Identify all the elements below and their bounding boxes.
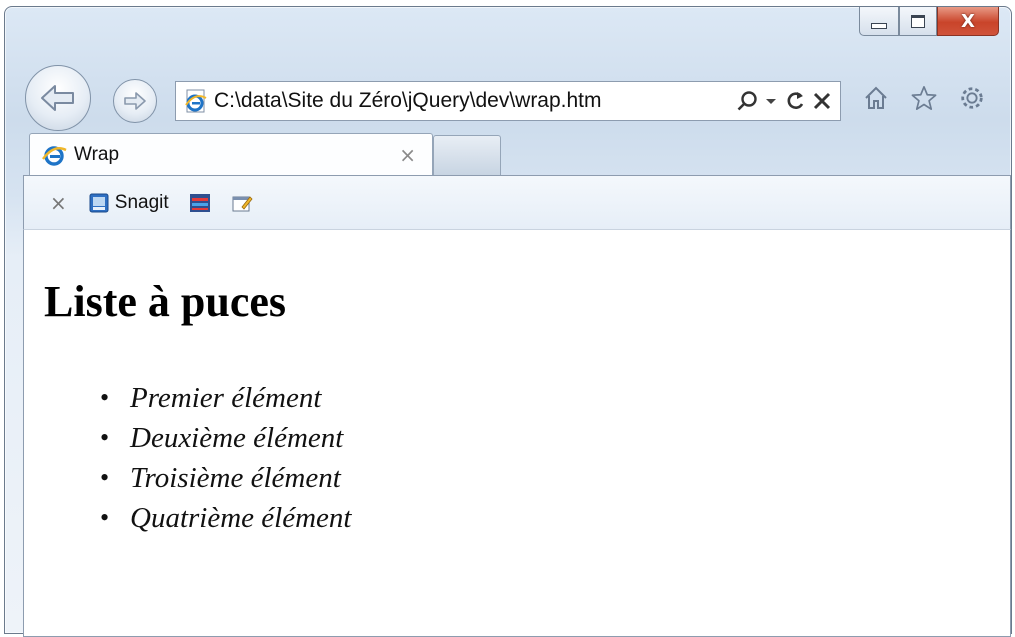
- back-arrow-icon: [41, 85, 74, 111]
- page-heading: Liste à puces: [44, 277, 286, 326]
- bullet-list: Premier élément Deuxième élément Troisiè…: [24, 378, 352, 538]
- snagit-button-label[interactable]: Snagit: [115, 192, 169, 214]
- window-caption-buttons: X: [859, 7, 999, 36]
- list-item: Troisième élément: [100, 458, 351, 498]
- tab-wrap[interactable]: Wrap ×: [29, 133, 433, 176]
- command-bar: × Snagit: [23, 175, 1011, 230]
- back-button[interactable]: [25, 65, 91, 131]
- forward-button[interactable]: [113, 79, 157, 123]
- search-icon[interactable]: [736, 90, 758, 112]
- ie-page-icon: [185, 89, 207, 113]
- stop-icon[interactable]: [812, 91, 832, 111]
- browser-window: X C:\data\Site du Zéro\jQuery\dev\wrap.h…: [4, 6, 1012, 637]
- page-content: Liste à puces Premier élément Deuxième é…: [23, 229, 1011, 637]
- address-text: C:\data\Site du Zéro\jQuery\dev\wrap.htm: [214, 89, 602, 112]
- minimize-button[interactable]: [859, 7, 899, 36]
- browser-toolbar-icons: [863, 85, 985, 111]
- minimize-icon: [871, 23, 887, 29]
- ie-tab-icon: [42, 146, 67, 166]
- list-item: Quatrième élément: [100, 498, 352, 538]
- new-tab-button[interactable]: [433, 135, 501, 176]
- maximize-button[interactable]: [899, 7, 937, 36]
- list-item: Premier élément: [100, 378, 351, 418]
- close-icon: X: [961, 10, 975, 32]
- close-window-button[interactable]: X: [937, 7, 999, 36]
- list-item: Deuxième élément: [100, 418, 351, 458]
- tab-title: Wrap: [74, 144, 120, 165]
- tab-close-button[interactable]: ×: [399, 143, 416, 167]
- command-bar-close-button[interactable]: ×: [50, 191, 67, 215]
- home-icon[interactable]: [863, 85, 889, 111]
- star-icon[interactable]: [911, 85, 937, 111]
- maximize-icon: [911, 14, 925, 28]
- forward-arrow-icon: [124, 92, 146, 110]
- snagit-icon[interactable]: [89, 193, 109, 213]
- address-bar[interactable]: C:\data\Site du Zéro\jQuery\dev\wrap.htm: [175, 81, 841, 121]
- refresh-icon[interactable]: [784, 90, 806, 112]
- dropdown-arrow-icon[interactable]: [764, 96, 778, 106]
- snagit-capture-icon[interactable]: [189, 193, 211, 213]
- address-buttons: [736, 90, 832, 112]
- gear-icon[interactable]: [959, 85, 985, 111]
- snagit-edit-icon[interactable]: [231, 193, 253, 213]
